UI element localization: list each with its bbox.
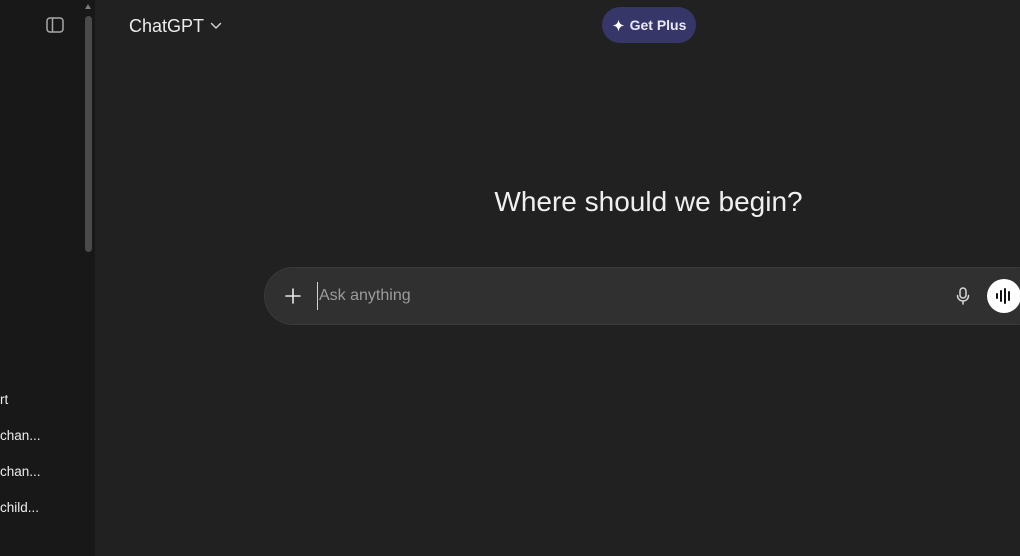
history-item[interactable]: chan... — [0, 424, 90, 460]
history-item[interactable]: child... — [0, 496, 90, 532]
scrollbar-thumb[interactable] — [85, 16, 92, 252]
plus-icon — [285, 288, 301, 304]
sidebar: rt chan... chan... child... — [0, 0, 95, 556]
chatgpt-window: rt chan... chan... child... ChatGPT Get … — [0, 0, 1020, 556]
sidebar-toggle-button[interactable] — [44, 14, 66, 36]
main-area: ChatGPT Get Plus Where should we begin? — [95, 0, 1020, 556]
sidebar-scrollbar[interactable] — [84, 4, 93, 254]
get-plus-label: Get Plus — [629, 17, 687, 33]
scroll-up-arrow-icon[interactable] — [85, 4, 91, 9]
chevron-down-icon — [210, 22, 222, 29]
message-composer — [265, 268, 1020, 324]
history-item[interactable]: chan... — [0, 460, 90, 496]
page-title: Where should we begin? — [494, 186, 803, 217]
sidebar-toggle-icon — [46, 17, 64, 33]
waveform-icon — [996, 288, 1010, 304]
chat-history-list: rt chan... chan... child... — [0, 388, 90, 532]
sparkle-icon — [612, 18, 625, 32]
model-name: ChatGPT — [129, 15, 205, 36]
dictate-button[interactable] — [951, 284, 975, 308]
microphone-icon — [956, 287, 970, 305]
history-item[interactable]: rt — [0, 388, 90, 424]
prompt-input[interactable] — [317, 282, 879, 310]
model-selector[interactable]: ChatGPT — [129, 13, 222, 39]
voice-mode-button[interactable] — [987, 279, 1020, 313]
get-plus-button[interactable]: Get Plus — [602, 7, 696, 43]
attach-button[interactable] — [281, 284, 305, 308]
